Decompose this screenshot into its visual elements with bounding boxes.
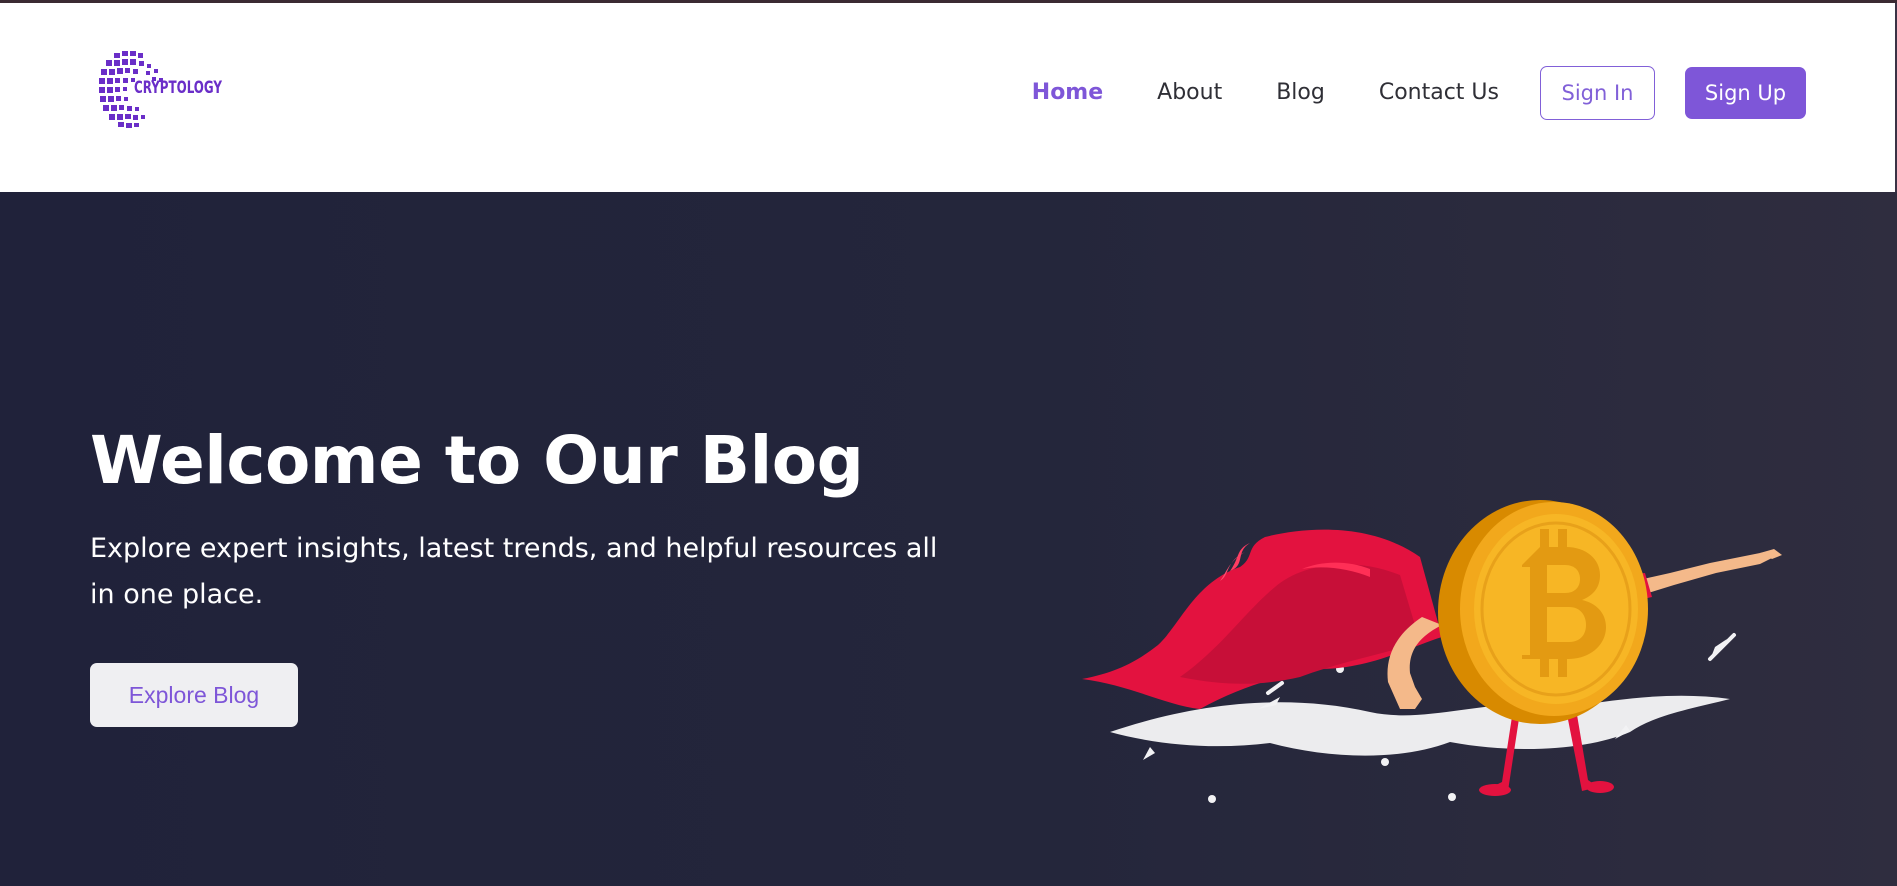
hero-subtitle: Explore expert insights, latest trends, … bbox=[90, 533, 938, 610]
bitcoin-superhero-illustration bbox=[1070, 387, 1790, 817]
nav-menu: Home About Blog Contact Us Sign In Sign … bbox=[1032, 66, 1806, 120]
hero-title: Welcome to Our Blog bbox=[90, 422, 864, 499]
nav-link-home[interactable]: Home bbox=[1032, 66, 1103, 120]
brand-name: CRYPTOLOGY bbox=[134, 78, 223, 98]
navbar: CRYPTOLOGY Home About Blog Contact Us Si… bbox=[0, 3, 1897, 192]
hero-section: Welcome to Our Blog Explore expert insig… bbox=[0, 192, 1897, 886]
sign-up-button[interactable]: Sign Up bbox=[1685, 67, 1806, 119]
brand-logo[interactable]: CRYPTOLOGY bbox=[92, 47, 232, 133]
explore-blog-button[interactable]: Explore Blog bbox=[90, 663, 298, 727]
nav-link-contact-us[interactable]: Contact Us bbox=[1379, 66, 1499, 120]
nav-link-about[interactable]: About bbox=[1157, 66, 1222, 120]
sign-in-button[interactable]: Sign In bbox=[1540, 66, 1655, 120]
pixel-globe-icon: CRYPTOLOGY bbox=[99, 51, 223, 128]
nav-link-blog[interactable]: Blog bbox=[1276, 66, 1325, 120]
